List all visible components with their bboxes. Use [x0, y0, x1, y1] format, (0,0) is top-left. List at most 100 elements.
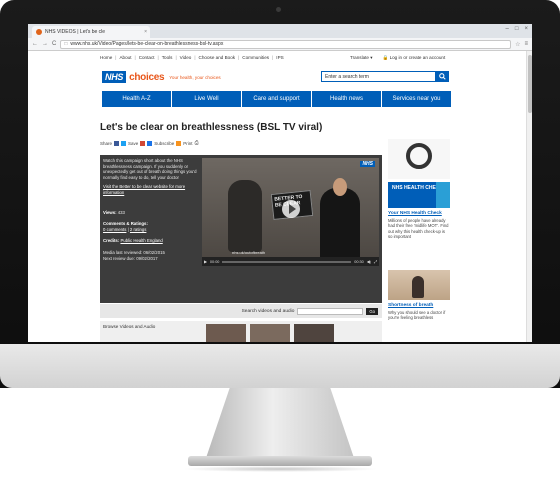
volume-icon[interactable]: ◀): [367, 259, 371, 264]
nav-separator: |: [134, 55, 136, 60]
time-total: 00:30: [354, 259, 364, 264]
delicious-icon[interactable]: [147, 140, 153, 146]
film-reel-promo[interactable]: [388, 139, 450, 179]
play-icon[interactable]: [282, 200, 300, 218]
scrollbar-thumb[interactable]: [528, 55, 532, 113]
health-check-promo: NHS HEALTH CHECK Your NHS Health Check M…: [388, 182, 450, 266]
fullscreen-icon[interactable]: ⤢: [374, 260, 377, 264]
main-nav-item[interactable]: Health news: [312, 91, 382, 107]
search-button[interactable]: [436, 71, 449, 82]
close-tab-icon[interactable]: ×: [144, 29, 147, 35]
top-nav-link[interactable]: Communities: [242, 55, 269, 60]
video-overlay-url: nhs.uk/outofbreath: [232, 250, 266, 255]
monitor-stand: [206, 388, 354, 458]
ratings-link[interactable]: 2 ratings: [130, 227, 146, 232]
back-icon[interactable]: ←: [32, 41, 38, 47]
player-nhs-badge: NHS: [360, 161, 375, 167]
top-nav-link[interactable]: Tools: [162, 55, 173, 60]
reload-icon[interactable]: C: [52, 41, 56, 47]
bookmark-star-icon[interactable]: ☆: [515, 41, 520, 48]
shortness-of-breath-image[interactable]: [388, 270, 450, 300]
twitter-icon[interactable]: [121, 140, 127, 146]
address-bar[interactable]: □ www.nhs.uk/Video/Pages/lets-be-clear-o…: [60, 39, 512, 49]
favicon-icon: [36, 29, 42, 35]
top-nav-link[interactable]: Contact: [139, 55, 155, 60]
share-label: Share: [100, 140, 113, 146]
rss-icon[interactable]: [176, 140, 182, 146]
nav-separator: |: [157, 55, 159, 60]
shortness-of-breath-link[interactable]: Shortness of breath: [388, 303, 450, 308]
nhs-choices-logo[interactable]: NHS choices Your health, your choices: [102, 71, 221, 83]
top-nav-link[interactable]: About: [119, 55, 131, 60]
minimize-icon[interactable]: –: [506, 26, 509, 32]
video-thumbnails: [206, 324, 334, 342]
facebook-icon[interactable]: [114, 140, 120, 146]
comments-link[interactable]: 0 comments: [103, 227, 126, 232]
maximize-icon[interactable]: □: [515, 26, 519, 32]
site-search: Enter a search term: [321, 71, 449, 82]
play-small-icon[interactable]: ▶: [204, 259, 207, 264]
video-thumbnail[interactable]: [250, 324, 290, 342]
shortness-of-breath-text: Why you should see a doctor if you're fe…: [388, 310, 446, 321]
nav-separator: |: [272, 55, 274, 60]
logo-tagline: Your health, your choices: [169, 74, 221, 80]
credits-link[interactable]: Public Health England: [120, 238, 162, 243]
views-label: Views:: [103, 209, 117, 215]
search-input[interactable]: Enter a search term: [321, 71, 436, 82]
nav-separator: |: [238, 55, 240, 60]
screen: NHS VIDEOS | Let's be cle × – □ × ← → C …: [28, 24, 532, 342]
main-nav-item[interactable]: Live Well: [172, 91, 242, 107]
nav-separator: |: [194, 55, 196, 60]
tab-title: NHS VIDEOS | Let's be cle: [45, 29, 106, 35]
menu-icon[interactable]: ≡: [524, 41, 528, 47]
login-link[interactable]: 🔒 Log in or create an account: [383, 55, 446, 61]
url-text: www.nhs.uk/Video/Pages/lets-be-clear-on-…: [70, 41, 224, 47]
video-panel: Watch this campaign short about the NHS …: [100, 155, 382, 303]
save-label[interactable]: Save: [128, 141, 138, 146]
top-nav-link[interactable]: Video: [180, 55, 192, 60]
login-label: Log in or create an account: [389, 55, 446, 60]
translate-link[interactable]: Translate ▾: [350, 55, 373, 61]
search-videos-input[interactable]: [297, 307, 364, 315]
video-thumbnail[interactable]: [206, 324, 246, 342]
video-player[interactable]: NHS BETTER TO BE CLEAR nhs.uk/outofbreat…: [202, 158, 379, 266]
shortness-of-breath-promo: Shortness of breath Why you should see a…: [388, 270, 450, 340]
video-person-left: [228, 180, 262, 252]
nav-separator: |: [175, 55, 177, 60]
main-nav-item[interactable]: Health A-Z: [102, 91, 172, 107]
choices-logo-text: choices: [129, 71, 165, 83]
web-page: Home | About | Contact | Tools | Video | Choose an…: [28, 51, 532, 342]
top-nav-link[interactable]: Choose and Book: [199, 55, 236, 60]
window-controls: – □ ×: [506, 26, 528, 32]
health-check-banner[interactable]: NHS HEALTH CHECK: [388, 182, 450, 208]
main-nav-item[interactable]: Care and support: [242, 91, 312, 107]
top-right-tools: Translate ▾ 🔒 Log in or create an accoun…: [350, 55, 445, 61]
search-videos-go-button[interactable]: Go: [366, 307, 378, 315]
print-label[interactable]: Print: [183, 141, 192, 146]
campaign-link[interactable]: Visit the Better to be clear website for…: [103, 184, 199, 195]
nav-separator: |: [115, 55, 117, 60]
health-check-link[interactable]: Your NHS Health Check: [388, 211, 450, 216]
player-controls: ▶ 00:00 00:30 ◀) ⤢: [202, 257, 379, 266]
video-signer: [320, 188, 360, 266]
save-icon[interactable]: [140, 140, 146, 146]
main-nav: Health A-Z Live Well Care and support Healt…: [102, 91, 451, 107]
progress-track[interactable]: [222, 260, 352, 263]
forward-icon[interactable]: →: [42, 41, 48, 47]
page-title: Let's be clear on breathlessness (BSL TV…: [100, 122, 323, 133]
video-thumbnail[interactable]: [294, 324, 334, 342]
top-nav-link[interactable]: IPS: [276, 55, 283, 60]
next-review-date: Next review due: 09/02/2017: [103, 255, 158, 261]
top-nav-link[interactable]: Home: [100, 55, 112, 60]
main-nav-item[interactable]: Services near you: [382, 91, 451, 107]
browser-toolbar: ← → C □ www.nhs.uk/Video/Pages/lets-be-c…: [28, 38, 532, 51]
film-reel-icon: [406, 143, 432, 169]
page-scrollbar[interactable]: [526, 51, 532, 342]
monitor-shadow: [182, 466, 378, 472]
close-window-icon[interactable]: ×: [524, 26, 528, 32]
browser-tab[interactable]: NHS VIDEOS | Let's be cle ×: [32, 26, 150, 38]
search-icon: [439, 73, 446, 80]
subscribe-label[interactable]: Subscribe: [154, 141, 174, 146]
print-icon[interactable]: ⎙: [195, 140, 199, 146]
time-current: 00:00: [209, 259, 220, 264]
